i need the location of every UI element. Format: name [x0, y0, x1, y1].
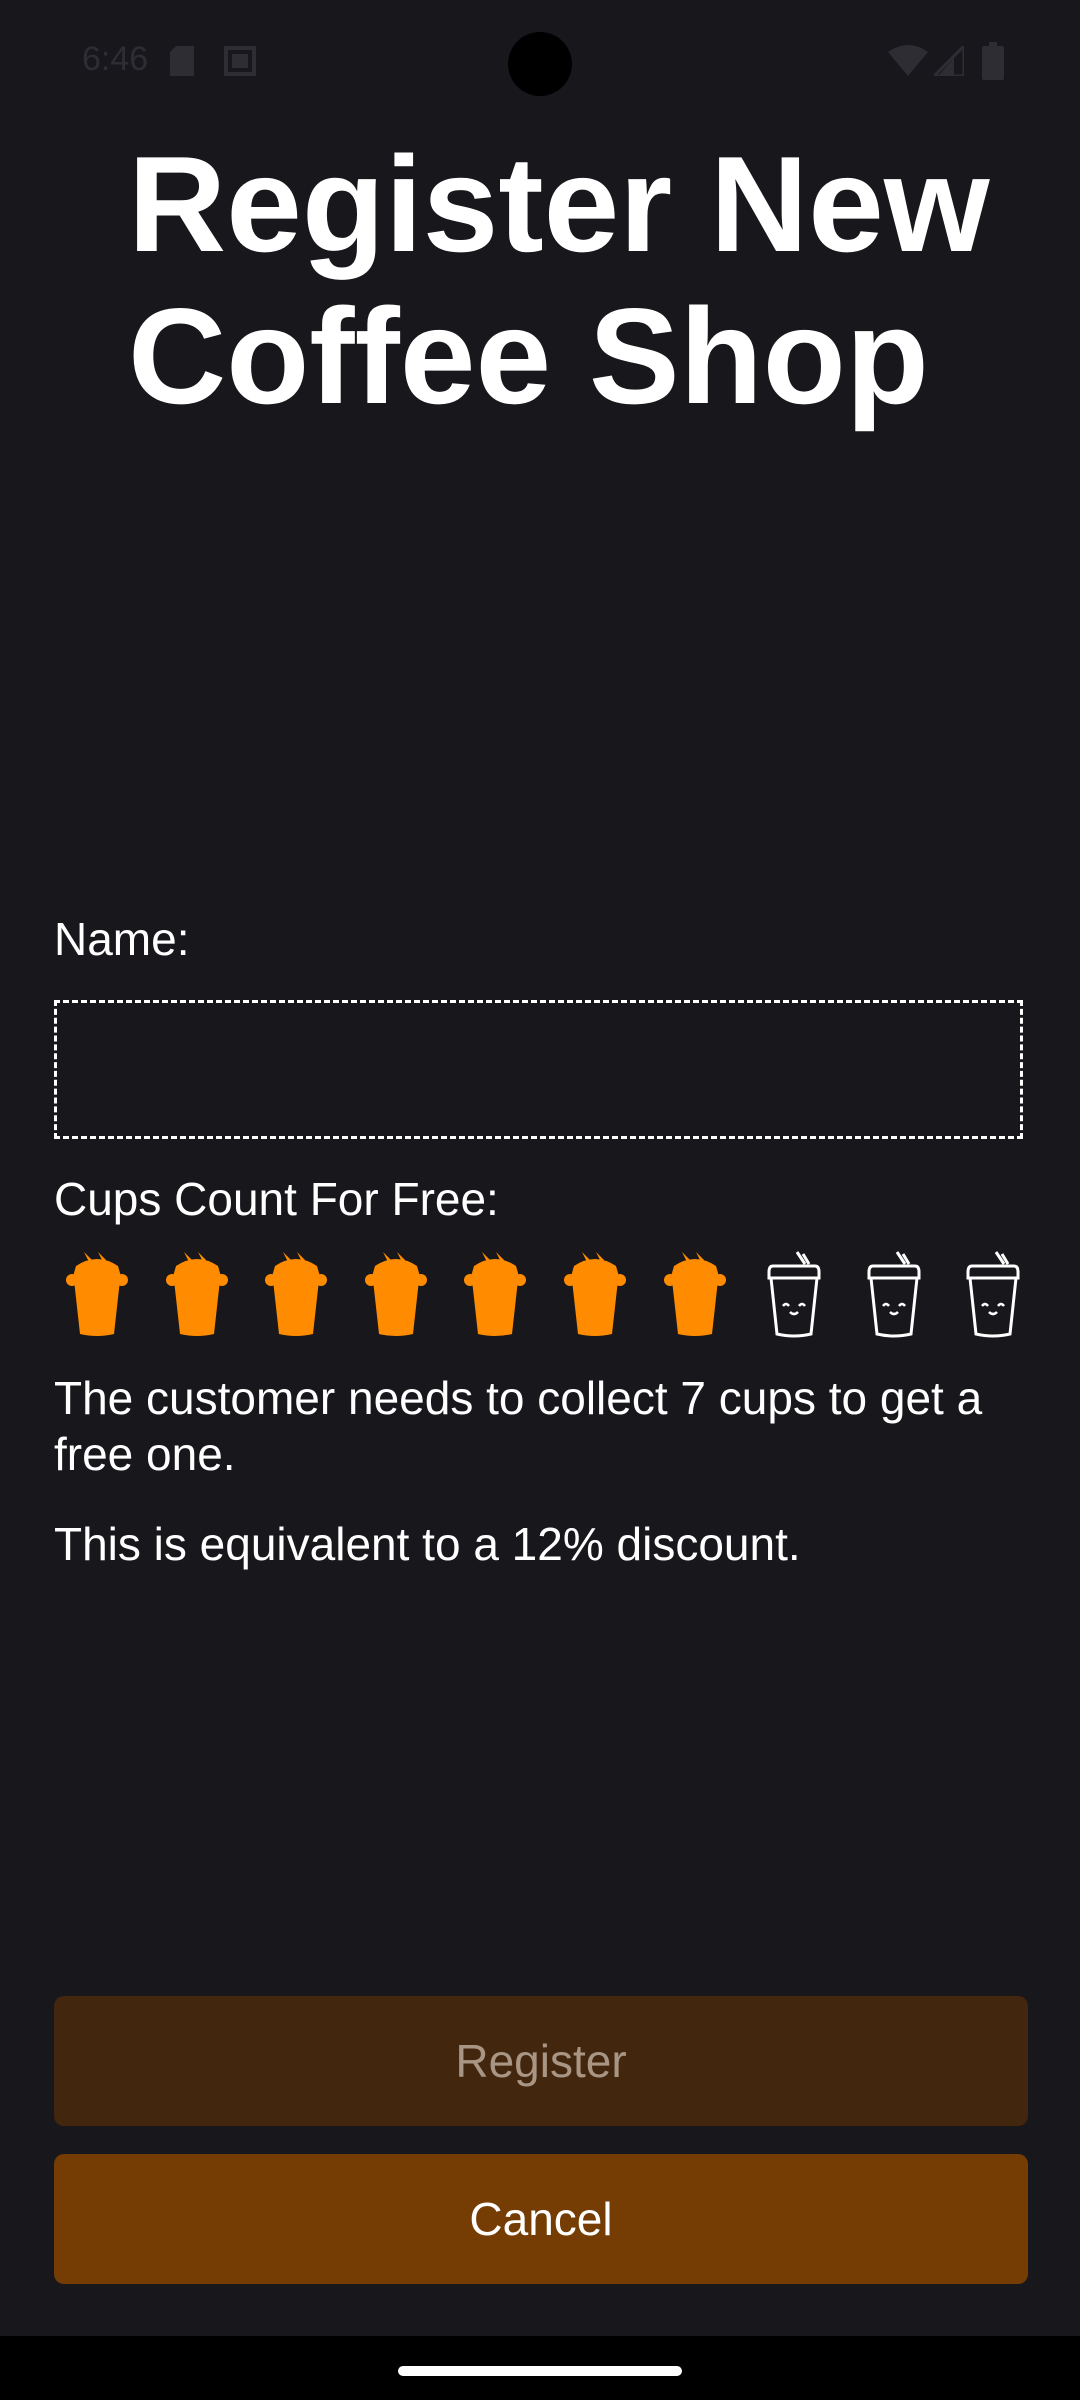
screenshot-icon — [224, 46, 256, 76]
cup-empty-icon[interactable] — [859, 1250, 929, 1338]
cup-filled-icon[interactable] — [560, 1250, 630, 1338]
cup-empty-icon[interactable] — [958, 1250, 1028, 1338]
page-title: Register New Coffee Shop — [128, 128, 990, 432]
cup-filled-icon[interactable] — [62, 1250, 132, 1338]
wifi-icon — [888, 45, 928, 76]
sd-card-icon — [170, 46, 194, 76]
register-coffee-shop-screen: 6:46 Register New Coffee Shop Name: Cups… — [0, 0, 1080, 2400]
cups-count-label: Cups Count For Free: — [54, 1173, 499, 1225]
cup-filled-icon[interactable] — [162, 1250, 232, 1338]
cup-filled-icon[interactable] — [361, 1250, 431, 1338]
status-time: 6:46 — [82, 40, 149, 78]
camera-cutout — [508, 32, 572, 96]
name-label: Name: — [54, 913, 190, 965]
cancel-button[interactable]: Cancel — [54, 2154, 1028, 2284]
cup-filled-icon[interactable] — [460, 1250, 530, 1338]
collect-info-text: The customer needs to collect 7 cups to … — [54, 1372, 983, 1480]
status-bar: 6:46 — [0, 0, 1080, 130]
name-input[interactable] — [54, 1000, 1023, 1139]
home-indicator[interactable] — [398, 2366, 682, 2376]
cup-empty-icon[interactable] — [759, 1250, 829, 1338]
battery-icon — [982, 42, 1004, 80]
signal-icon — [934, 46, 964, 76]
register-button[interactable]: Register — [54, 1996, 1028, 2126]
cup-filled-icon[interactable] — [660, 1250, 730, 1338]
cups-selector — [54, 1250, 1034, 1340]
discount-info-text: This is equivalent to a 12% discount. — [54, 1518, 801, 1570]
cup-filled-icon[interactable] — [261, 1250, 331, 1338]
